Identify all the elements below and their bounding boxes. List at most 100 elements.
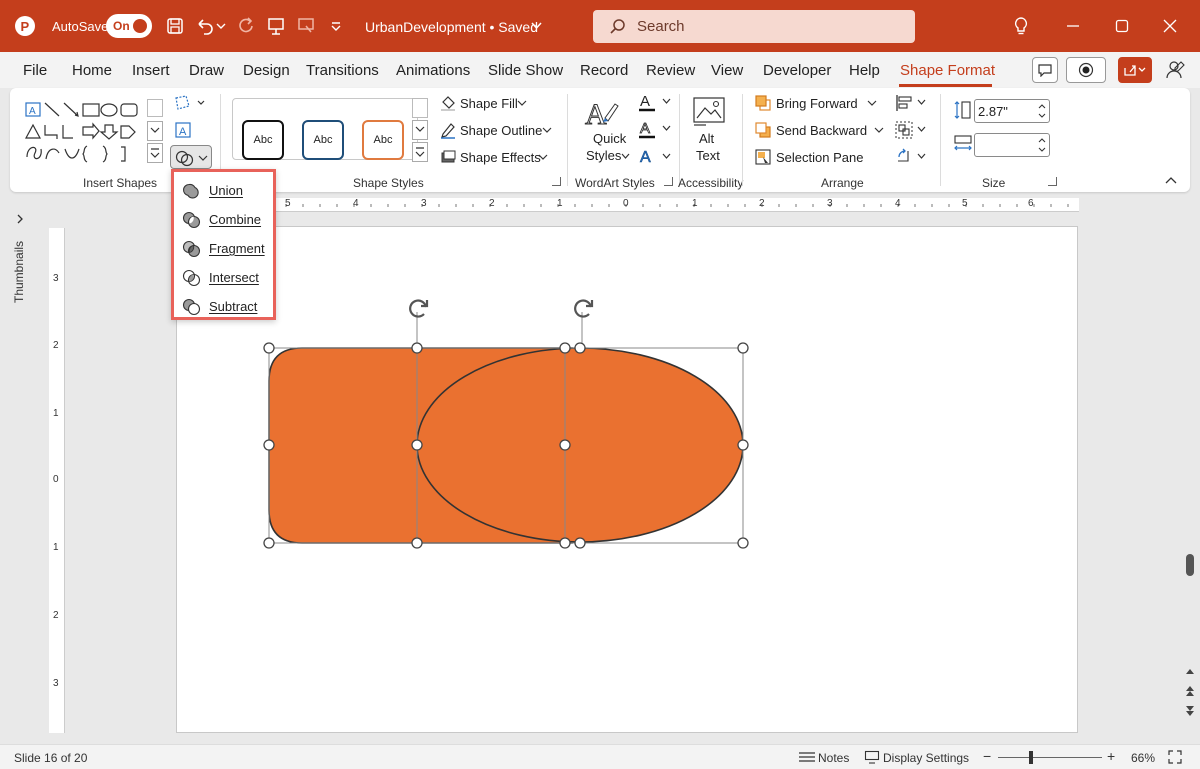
- slide-counter[interactable]: Slide 16 of 20: [14, 751, 87, 765]
- shape-style-blue[interactable]: Abc: [302, 120, 344, 160]
- merge-fragment-item[interactable]: Fragment: [174, 234, 273, 262]
- collapse-ribbon-icon[interactable]: [1165, 176, 1177, 184]
- shapes-scroll-up[interactable]: [147, 99, 163, 117]
- horizontal-ruler[interactable]: 5 4 3 2 1 0 1 2 3 4 5 6: [176, 198, 1079, 212]
- edit-shape-icon[interactable]: [173, 94, 209, 112]
- tab-design[interactable]: Design: [243, 62, 290, 79]
- merge-combine-item[interactable]: Combine: [174, 205, 273, 233]
- shapes-scroll-down[interactable]: [147, 121, 163, 141]
- coauthoring-icon[interactable]: [1165, 59, 1187, 81]
- scrollbar-thumb[interactable]: [1186, 554, 1194, 576]
- thumbnails-label[interactable]: Thumbnails: [12, 241, 26, 303]
- bring-forward-button[interactable]: Bring Forward: [776, 96, 858, 111]
- document-title[interactable]: UrbanDevelopment • Saved: [365, 19, 538, 35]
- tab-slide-show[interactable]: Slide Show: [488, 62, 563, 79]
- fit-to-window-icon[interactable]: [1168, 750, 1182, 764]
- notes-button[interactable]: Notes: [818, 751, 849, 765]
- width-spinner-icon[interactable]: [1037, 134, 1047, 156]
- chevron-down-icon[interactable]: [874, 127, 884, 134]
- height-spinner-icon[interactable]: [1037, 100, 1047, 122]
- next-slide-icon[interactable]: [1184, 704, 1196, 718]
- vertical-ruler[interactable]: 3 2 1 0 1 2 3: [49, 228, 65, 733]
- wordart-styles-launcher-icon[interactable]: [664, 177, 673, 186]
- scroll-up-arrow-icon[interactable]: [1184, 666, 1196, 676]
- close-icon[interactable]: [1160, 16, 1180, 36]
- rotate-icon[interactable]: [894, 147, 914, 167]
- styles-scroll-down[interactable]: [412, 120, 428, 140]
- present-from-start-icon[interactable]: [294, 14, 318, 38]
- lightbulb-icon[interactable]: [1011, 16, 1031, 36]
- quick-styles-icon[interactable]: A: [583, 94, 619, 130]
- comments-button[interactable]: [1032, 57, 1058, 83]
- tab-help[interactable]: Help: [849, 62, 880, 79]
- size-launcher-icon[interactable]: [1048, 177, 1057, 186]
- shape-style-black[interactable]: Abc: [242, 120, 284, 160]
- shape-fill-button[interactable]: Shape Fill: [460, 96, 518, 111]
- ellipse-shape[interactable]: [416, 347, 744, 543]
- save-icon[interactable]: [163, 14, 187, 38]
- styles-gallery-more[interactable]: [412, 142, 428, 162]
- chevron-down-icon[interactable]: [867, 100, 877, 107]
- merge-union-item[interactable]: Union: [174, 176, 273, 204]
- quick-styles-label-2[interactable]: Styles: [586, 148, 621, 163]
- chevron-down-icon[interactable]: [517, 100, 527, 107]
- send-backward-button[interactable]: Send Backward: [776, 123, 867, 138]
- shapes-gallery-more[interactable]: [147, 143, 163, 163]
- text-fill-icon[interactable]: A: [637, 92, 657, 112]
- align-icon[interactable]: [894, 93, 914, 113]
- chevron-down-icon[interactable]: [662, 153, 671, 159]
- shape-outline-button[interactable]: Shape Outline: [460, 123, 542, 138]
- alt-text-label-2[interactable]: Text: [696, 148, 720, 163]
- rotation-handle-icon[interactable]: [409, 299, 429, 318]
- customize-toolbar-icon[interactable]: [324, 14, 348, 38]
- zoom-slider-thumb[interactable]: [1029, 751, 1033, 764]
- shape-style-orange[interactable]: Abc: [362, 120, 404, 160]
- merge-subtract-item[interactable]: Subtract: [174, 292, 273, 320]
- shapes-gallery[interactable]: A: [23, 99, 155, 163]
- tab-insert[interactable]: Insert: [132, 62, 170, 79]
- previous-slide-icon[interactable]: [1184, 684, 1196, 698]
- display-settings-button[interactable]: Display Settings: [883, 751, 969, 765]
- text-box-icon[interactable]: A: [174, 121, 192, 139]
- record-button[interactable]: [1066, 57, 1106, 83]
- maximize-icon[interactable]: [1112, 16, 1132, 36]
- chevron-down-icon[interactable]: [538, 154, 548, 161]
- alt-text-icon[interactable]: [692, 96, 726, 126]
- merge-shapes-button[interactable]: [170, 145, 212, 169]
- shape-effects-button[interactable]: Shape Effects: [460, 150, 541, 165]
- tab-transitions[interactable]: Transitions: [306, 62, 379, 79]
- search-box[interactable]: Search: [593, 10, 915, 43]
- tab-view[interactable]: View: [711, 62, 743, 79]
- tab-home[interactable]: Home: [72, 62, 112, 79]
- minimize-icon[interactable]: [1063, 16, 1083, 36]
- chevron-down-icon[interactable]: [917, 99, 926, 105]
- shape-styles-launcher-icon[interactable]: [552, 177, 561, 186]
- tab-record[interactable]: Record: [580, 62, 628, 79]
- chevron-down-icon[interactable]: [917, 153, 926, 159]
- zoom-out-button[interactable]: −: [983, 748, 991, 764]
- chevron-down-icon[interactable]: [542, 127, 552, 134]
- tab-developer[interactable]: Developer: [763, 62, 831, 79]
- slide-canvas[interactable]: [176, 226, 1078, 733]
- autosave-toggle[interactable]: On: [106, 14, 152, 38]
- zoom-level[interactable]: 66%: [1131, 751, 1155, 765]
- tab-review[interactable]: Review: [646, 62, 695, 79]
- selection-pane-button[interactable]: Selection Pane: [776, 150, 863, 165]
- quick-styles-label-1[interactable]: Quick: [593, 131, 626, 146]
- vertical-scrollbar[interactable]: [1184, 198, 1196, 728]
- chevron-down-icon[interactable]: [662, 125, 671, 131]
- group-objects-icon[interactable]: [894, 120, 914, 140]
- tab-shape-format[interactable]: Shape Format: [900, 62, 995, 79]
- expand-thumbnails-icon[interactable]: [16, 214, 24, 224]
- alt-text-label-1[interactable]: Alt: [699, 131, 714, 146]
- merge-intersect-item[interactable]: Intersect: [174, 263, 273, 291]
- rotation-handle-icon[interactable]: [574, 299, 594, 318]
- undo-dropdown-icon[interactable]: [214, 14, 228, 38]
- zoom-in-button[interactable]: +: [1107, 748, 1115, 764]
- tab-file[interactable]: File: [23, 62, 47, 79]
- text-effects-icon[interactable]: A: [637, 146, 657, 166]
- text-outline-icon[interactable]: A: [637, 119, 657, 139]
- chevron-down-icon[interactable]: [662, 98, 671, 104]
- chevron-down-icon[interactable]: [917, 126, 926, 132]
- share-button[interactable]: [1118, 57, 1152, 83]
